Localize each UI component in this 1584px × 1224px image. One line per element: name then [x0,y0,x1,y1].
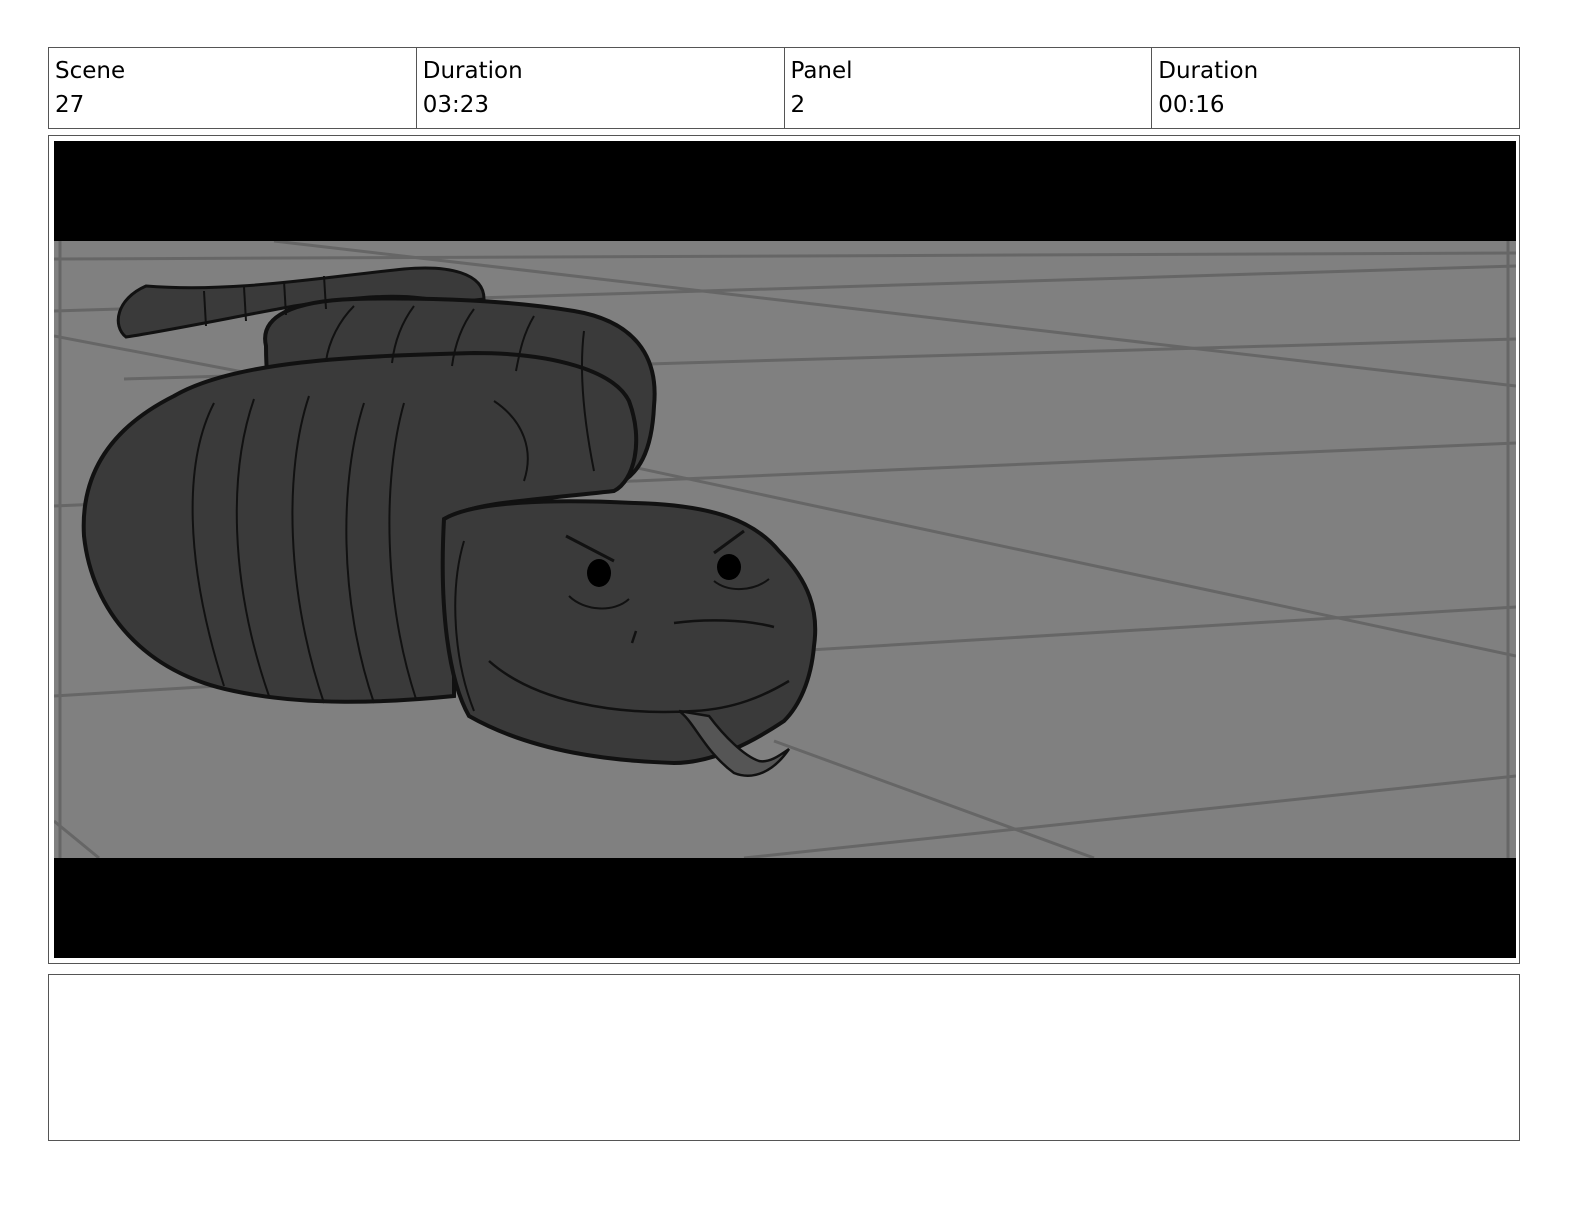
panel-info-table: Scene 27 Duration 03:23 Panel 2 Duration… [48,47,1520,129]
panel-value: 2 [790,92,806,118]
panel-notes-box[interactable] [48,974,1520,1141]
scene-duration-value: 03:23 [422,92,490,118]
snake-head [440,499,818,766]
panel-duration-value: 00:16 [1158,92,1225,118]
storyboard-panel-frame [48,135,1520,964]
storyboard-panel-image [54,141,1516,958]
scene-label: Scene [55,58,126,84]
panel-label: Panel [790,58,853,84]
panel-duration-cell: Duration 00:16 [1152,48,1519,128]
letterbox-bottom [54,858,1516,958]
scene-cell: Scene 27 [49,48,417,128]
scene-value: 27 [55,92,85,118]
scene-duration-label: Duration [422,58,523,84]
scene-duration-cell: Duration 03:23 [417,48,785,128]
letterbox-top [54,141,1516,241]
panel-duration-label: Duration [1158,58,1259,84]
panel-cell: Panel 2 [785,48,1153,128]
snake-illustration [54,141,1516,958]
